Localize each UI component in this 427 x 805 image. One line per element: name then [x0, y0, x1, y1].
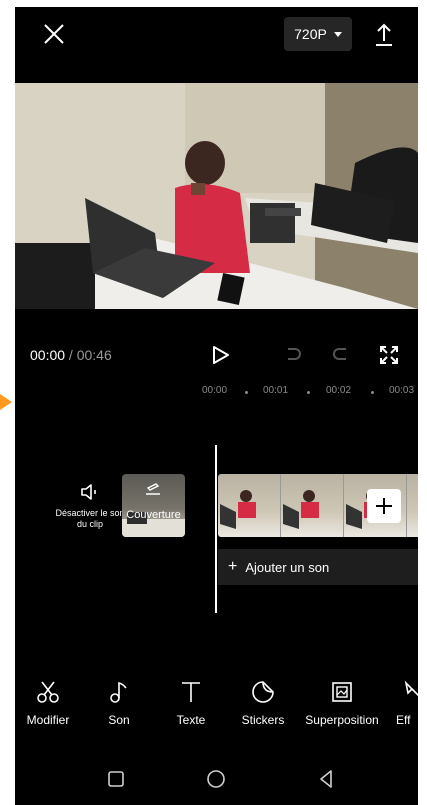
time-separator: /: [65, 347, 77, 363]
cover-label: Couverture: [126, 509, 181, 521]
ruler-dot: [307, 391, 310, 394]
mute-clip-label: Désactiver le son du clip: [55, 508, 125, 529]
tool-label: Stickers: [241, 713, 285, 727]
effects-icon: [404, 680, 418, 697]
tool-label: Eff: [396, 713, 411, 727]
ruler-tick: 00:00: [202, 385, 228, 396]
app-screen: 720P 00:00 / 00:46 00:00 00:01 00:02 00:…: [15, 7, 418, 805]
ruler-dot: [245, 391, 248, 394]
playhead[interactable]: [215, 445, 217, 613]
ruler-tick: 00:01: [263, 385, 289, 396]
current-time: 00:00: [30, 347, 66, 363]
scissors-icon: [37, 681, 59, 703]
clip-thumbnail: [407, 474, 418, 537]
tool-label: Modifier: [26, 713, 70, 727]
total-time: 00:46: [76, 347, 112, 363]
tool-label: Superposition: [305, 713, 379, 727]
tool-label: Texte: [176, 713, 206, 727]
video-frame-image: [15, 83, 418, 309]
add-audio-label: Ajouter un son: [245, 559, 330, 575]
tool-texte[interactable]: Texte: [163, 679, 219, 727]
home-icon: [207, 770, 225, 788]
edit-icon: [146, 483, 160, 495]
back-icon: [320, 770, 332, 788]
cover-thumbnail: [122, 483, 185, 537]
resolution-dropdown[interactable]: 720P: [284, 17, 352, 51]
resolution-label: 720P: [294, 26, 327, 42]
export-button[interactable]: [369, 19, 399, 49]
play-icon: [213, 346, 229, 364]
cover-button[interactable]: Couverture: [122, 474, 185, 537]
fullscreen-button[interactable]: [377, 343, 401, 367]
tool-stickers[interactable]: Stickers: [233, 679, 293, 727]
speaker-icon: [81, 484, 96, 500]
mute-clip-button[interactable]: Désactiver le son du clip: [50, 482, 130, 530]
close-icon: [44, 24, 64, 44]
playback-bar: 00:00 / 00:46: [15, 337, 418, 373]
plus-icon: +: [228, 558, 238, 575]
system-nav-bar: [15, 755, 418, 805]
clip-thumbnail: [218, 474, 281, 537]
tool-son[interactable]: Son: [91, 679, 147, 727]
ruler-dot: [371, 391, 374, 394]
overlay-icon: [332, 682, 352, 702]
plus-icon: [376, 498, 392, 514]
caret-down-icon: [333, 31, 342, 37]
redo-icon: [333, 348, 346, 360]
upload-icon: [376, 23, 392, 46]
text-icon: [182, 682, 200, 702]
undo-button[interactable]: [280, 343, 304, 367]
ruler-tick: 00:02: [326, 385, 352, 396]
nav-buttons: [108, 770, 332, 788]
tool-effets[interactable]: Eff: [396, 679, 418, 727]
close-button[interactable]: [39, 19, 69, 49]
ruler-tick: 00:03: [389, 385, 415, 396]
play-button[interactable]: [208, 343, 232, 367]
bottom-toolbar: Modifier Son Texte Stickers Superpositio…: [15, 679, 418, 739]
add-audio-button[interactable]: + Ajouter un son: [218, 549, 418, 585]
sticker-icon: [252, 681, 274, 703]
time-display: 00:00 / 00:46: [30, 347, 112, 363]
fullscreen-icon: [380, 346, 398, 364]
redo-button[interactable]: [330, 343, 354, 367]
recent-apps-icon: [108, 771, 124, 787]
tool-modifier[interactable]: Modifier: [20, 679, 76, 727]
pointer-arrow: [0, 394, 12, 410]
tool-label: Son: [108, 713, 130, 727]
top-bar: 720P: [15, 7, 418, 83]
music-note-icon: [110, 681, 127, 703]
add-clip-button[interactable]: [367, 489, 401, 523]
timeline-ruler: 00:00 00:01 00:02 00:03: [15, 385, 418, 399]
clip-thumbnail: [281, 474, 344, 537]
undo-icon: [288, 348, 301, 360]
tool-superposition[interactable]: Superposition: [299, 679, 385, 727]
video-preview[interactable]: [15, 83, 418, 309]
